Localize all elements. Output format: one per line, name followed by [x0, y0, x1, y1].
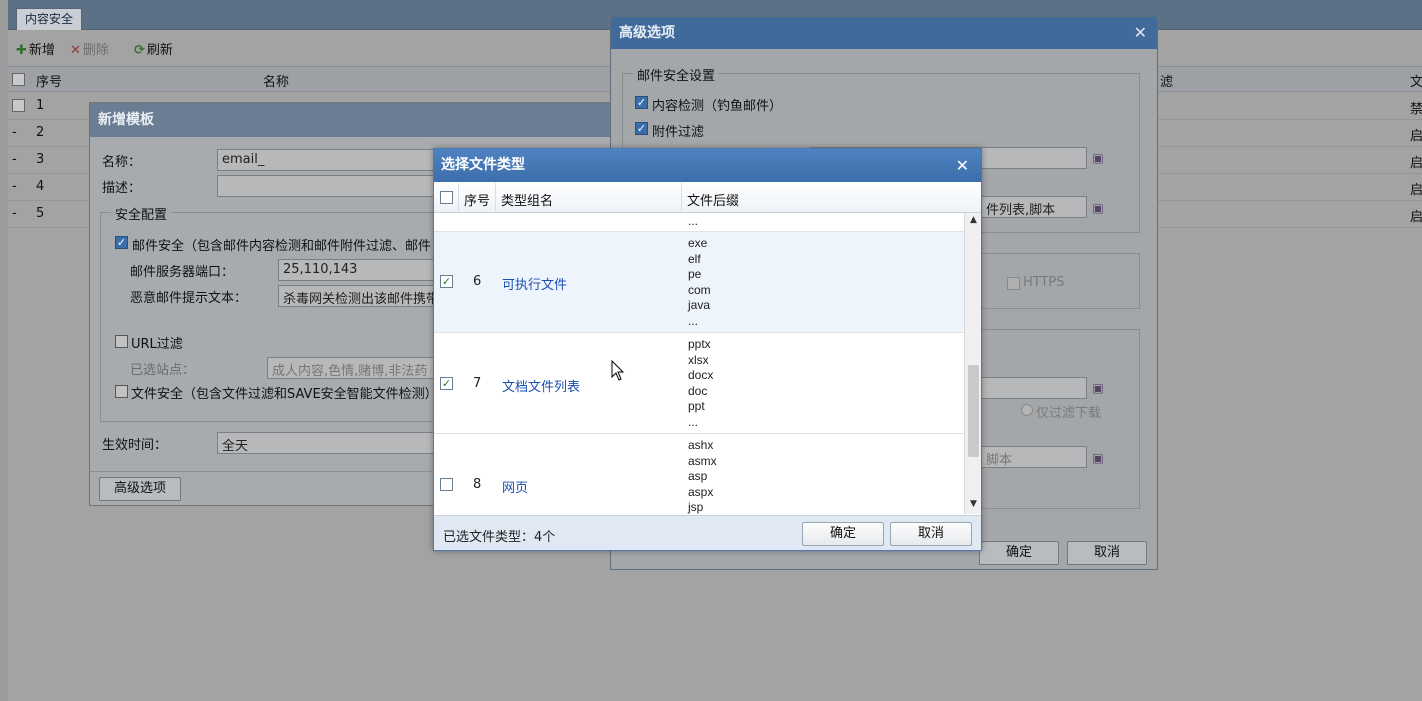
picker-icon[interactable]: ▣ — [1089, 199, 1107, 217]
url-filter-checkbox[interactable] — [115, 335, 128, 348]
file-ext-input[interactable]: 脚本 — [981, 446, 1087, 468]
mail-port-input[interactable]: 25,110,143 — [278, 259, 438, 281]
dialog-title: 高级选项 ✕ — [611, 17, 1157, 49]
https-label: HTTPS — [1023, 275, 1065, 290]
advanced-options-button[interactable]: 高级选项 — [99, 477, 181, 501]
col-name: 名称 — [263, 75, 290, 90]
cancel-button[interactable]: 取消 — [890, 522, 972, 546]
ok-button[interactable]: 确定 — [802, 522, 884, 546]
ok-button[interactable]: 确定 — [979, 541, 1059, 565]
col-seq: 序号 — [36, 75, 63, 90]
selected-count: 已选文件类型：4个 — [443, 530, 556, 545]
file-size-input[interactable] — [981, 377, 1087, 399]
picker-icon[interactable]: ▣ — [1089, 149, 1107, 167]
row-checkbox[interactable] — [12, 99, 25, 112]
row-checkbox[interactable]: ✓ — [440, 377, 453, 390]
desc-input[interactable] — [217, 175, 447, 197]
filter-download-radio[interactable] — [1021, 404, 1033, 416]
ext-list: ashx asmx asp aspx jsp — [688, 438, 717, 514]
effective-time-label: 生效时间： — [102, 438, 168, 453]
mouse-cursor-icon — [611, 360, 625, 381]
type-group-link[interactable]: 网页 — [502, 477, 528, 496]
mail-port-label: 邮件服务器端口： — [130, 265, 235, 280]
file-type-table-header: 序号 类型组名 文件后缀 — [434, 183, 981, 213]
dialog-title: 选择文件类型 ✕ — [434, 149, 981, 182]
select-all-checkbox[interactable] — [12, 73, 25, 86]
table-row[interactable]: 8 网页 ashx asmx asp aspx jsp — [434, 434, 964, 514]
type-group-link[interactable]: 可执行文件 — [502, 274, 567, 293]
file-security-label: 文件安全（包含文件过滤和SAVE安全智能文件检测） — [131, 387, 438, 402]
mail-security-label: 邮件安全（包含邮件内容检测和邮件附件过滤、邮件 — [132, 239, 432, 254]
plus-icon: ✚ — [16, 43, 27, 58]
row-checkbox[interactable]: ✓ — [440, 275, 453, 288]
close-icon[interactable]: ✕ — [956, 149, 969, 182]
scroll-up-icon[interactable]: ▲ — [965, 215, 982, 225]
refresh-icon: ⟳ — [134, 43, 145, 58]
cross-icon: ✕ — [70, 43, 81, 58]
desc-label: 描述： — [102, 181, 142, 196]
cancel-button[interactable]: 取消 — [1067, 541, 1147, 565]
table-row[interactable]: ✓ 6 可执行文件 exe elf pe com java ... — [434, 232, 964, 333]
scroll-down-icon[interactable]: ▼ — [965, 499, 982, 509]
content-check-checkbox[interactable]: ✓ — [635, 96, 648, 109]
name-label: 名称： — [102, 155, 142, 170]
col-filter: 滤 — [1160, 75, 1174, 90]
table-row[interactable]: ... — [434, 213, 964, 232]
selected-sites-label: 已选站点： — [130, 363, 196, 378]
security-legend: 安全配置 — [111, 204, 172, 223]
close-icon[interactable]: ✕ — [1134, 17, 1147, 49]
select-all-checkbox[interactable] — [440, 191, 453, 204]
file-security-checkbox[interactable] — [115, 385, 128, 398]
selected-sites-input[interactable]: 成人内容,色情,赌博,非法药 — [267, 357, 437, 379]
row-checkbox[interactable] — [440, 478, 453, 491]
ext-list: pptx xlsx docx doc ppt ... — [688, 337, 714, 429]
picker-icon[interactable]: ▣ — [1089, 449, 1107, 467]
col-file: 文 — [1410, 75, 1422, 90]
url-filter-label: URL过滤 — [131, 337, 183, 352]
name-input[interactable]: email_ — [217, 149, 447, 171]
col-ext: 文件后缀 — [687, 194, 740, 209]
picker-icon[interactable]: ▣ — [1089, 379, 1107, 397]
dialog-title: 新增模板 — [90, 103, 628, 137]
attach-filter-checkbox[interactable]: ✓ — [635, 122, 648, 135]
table-row[interactable]: ✓ 7 文档文件列表 pptx xlsx docx doc ppt ... — [434, 333, 964, 434]
mail-alert-input[interactable]: 杀毒网关检测出该邮件携带 — [278, 285, 438, 307]
mail-alert-label: 恶意邮件提示文本： — [130, 291, 248, 306]
filter-download-label: 仅过滤下载 — [1036, 406, 1102, 421]
add-button[interactable]: ✚ 新增 — [16, 39, 55, 58]
attach-ext-input[interactable]: 件列表,脚本 — [981, 196, 1087, 218]
https-checkbox[interactable] — [1007, 277, 1020, 290]
dialog-footer: 已选文件类型：4个 确定 取消 — [434, 515, 981, 550]
type-group-link[interactable]: 文档文件列表 — [502, 376, 580, 395]
col-seq: 序号 — [464, 194, 491, 209]
mail-security-checkbox[interactable]: ✓ — [115, 236, 128, 249]
mail-security-legend: 邮件安全设置 — [633, 65, 720, 84]
file-type-table-body: ... ✓ 6 可执行文件 exe elf pe com java ... ✓ … — [434, 213, 964, 514]
ext-list: exe elf pe com java ... — [688, 236, 711, 328]
vertical-scrollbar[interactable]: ▲ ▼ — [964, 213, 981, 514]
delete-button[interactable]: ✕ 删除 — [70, 39, 109, 58]
refresh-button[interactable]: ⟳ 刷新 — [134, 39, 173, 58]
attach-filter-label: 附件过滤 — [652, 125, 705, 140]
content-check-label: 内容检测（钓鱼邮件） — [652, 99, 783, 114]
scrollbar-thumb[interactable] — [968, 365, 979, 457]
col-group: 类型组名 — [501, 194, 554, 209]
tab-content-security[interactable]: 内容安全 — [16, 8, 83, 30]
select-file-type-dialog: 选择文件类型 ✕ 序号 类型组名 文件后缀 ... ✓ 6 可执行文件 exe … — [433, 148, 982, 551]
effective-time-select[interactable]: 全天 — [217, 432, 447, 454]
